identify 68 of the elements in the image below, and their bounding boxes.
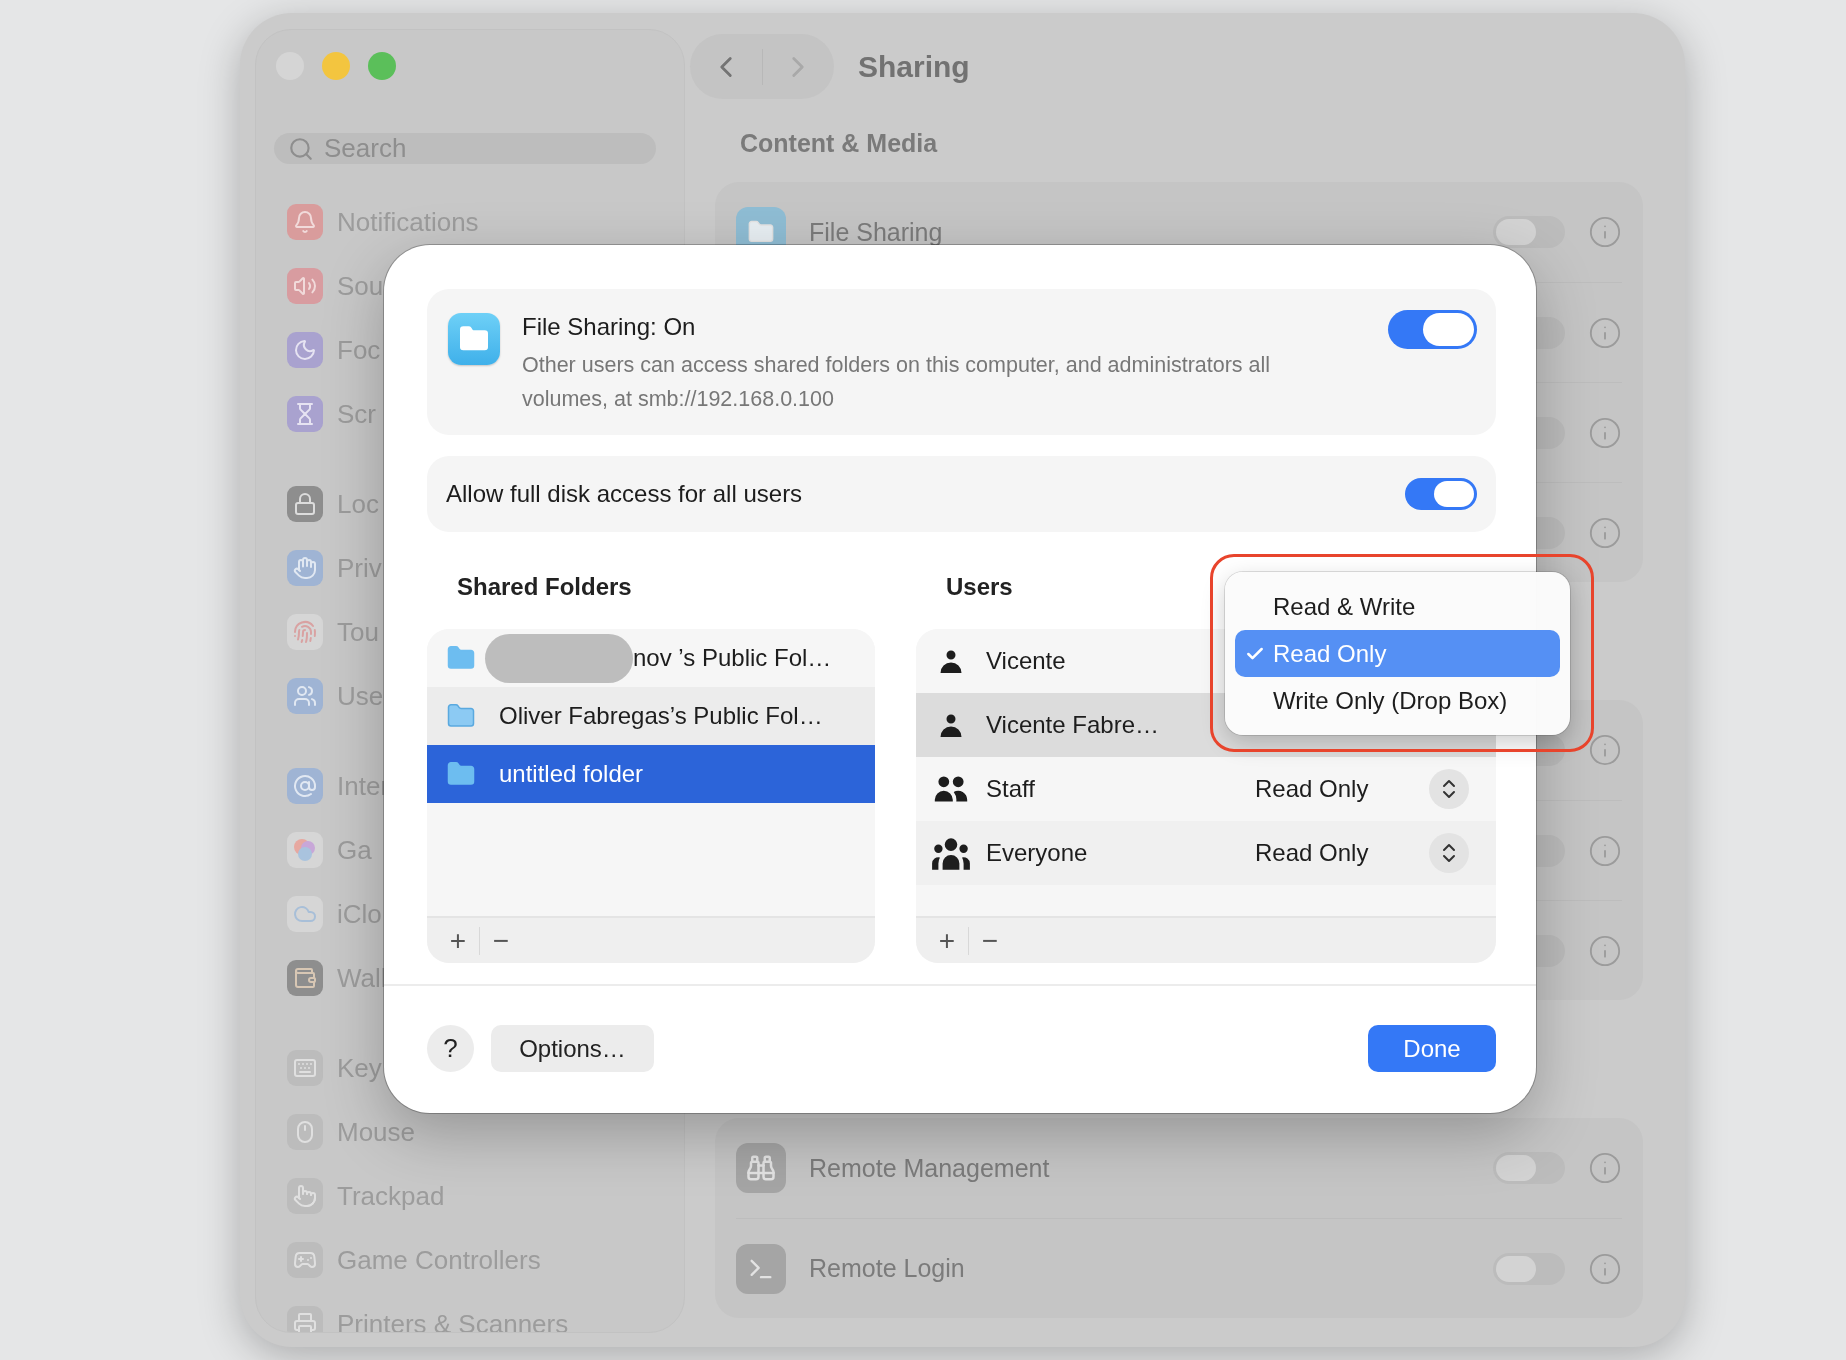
user-row[interactable]: Everyone Read Only [916, 821, 1496, 885]
info-icon[interactable] [1588, 515, 1622, 550]
people-icon [287, 678, 323, 714]
info-icon[interactable] [1588, 933, 1622, 968]
folder-name: untitled folder [499, 760, 644, 788]
bubbles-icon [287, 832, 323, 868]
folder-name: nov ’s Public Fol… [633, 644, 832, 672]
status-description: Other users can access shared folders on this computer, and administrators all volumes, at smb://192.168.0.100 [522, 352, 1272, 413]
info-icon[interactable] [1588, 733, 1622, 767]
info-icon[interactable] [1588, 1151, 1622, 1185]
remove-button[interactable]: − [969, 924, 1011, 957]
add-button[interactable]: + [926, 924, 968, 957]
section-heading: Content & Media [740, 129, 939, 158]
moon-icon [287, 332, 323, 368]
mouse-icon [287, 1114, 323, 1150]
setting-label: Remote Management [809, 1153, 1050, 1183]
toggle-switch[interactable] [1405, 478, 1477, 510]
setting-label: Remote Login [809, 1254, 965, 1283]
user-name: Everyone [986, 839, 1089, 867]
options-button[interactable]: Options… [491, 1025, 654, 1072]
bell-icon [287, 204, 323, 240]
folder-row[interactable]: Oliver Fabregas’s Public Fol… [427, 687, 875, 745]
keyboard-icon [287, 1050, 323, 1086]
setting-label: File Sharing [809, 217, 943, 247]
speaker-icon [287, 268, 323, 304]
info-icon[interactable] [1588, 833, 1622, 868]
info-icon[interactable] [1588, 215, 1622, 249]
list-heading: Shared Folders [456, 572, 633, 602]
toggle-switch[interactable] [1493, 1152, 1565, 1184]
status-title: File Sharing: On [522, 312, 697, 342]
info-icon[interactable] [1588, 1251, 1622, 1286]
info-icon[interactable] [1588, 315, 1622, 350]
folder-icon [448, 313, 500, 365]
user-name: Vicente Fabre… [986, 711, 1160, 739]
folder-row[interactable]: untitled folder [427, 745, 875, 803]
binoculars-icon [736, 1143, 786, 1193]
gamepad-icon [287, 1242, 323, 1278]
done-button[interactable]: Done [1368, 1025, 1496, 1072]
hourglass-icon [287, 396, 323, 432]
wallet-icon [287, 960, 323, 996]
pointer-icon [287, 1178, 323, 1214]
help-button[interactable]: ? [427, 1025, 474, 1072]
setting-label: Allow full disk access for all users [446, 480, 803, 508]
stepper-button[interactable] [1429, 769, 1469, 809]
list-heading: Users [945, 572, 1014, 602]
toggle-switch[interactable] [1493, 216, 1565, 248]
permission-value: Read Only [1255, 839, 1370, 867]
minimize-button[interactable] [322, 52, 350, 80]
user-name: Staff [986, 775, 1036, 803]
fingerprint-icon [287, 614, 323, 650]
zoom-button[interactable] [368, 52, 396, 80]
window-title: Sharing [858, 49, 970, 84]
menu-item[interactable]: Read & Write [1235, 583, 1560, 630]
menu-item[interactable]: Read Only [1235, 630, 1560, 677]
stepper-button[interactable] [1429, 833, 1469, 873]
user-name: Vicente [986, 647, 1067, 675]
toggle-switch[interactable] [1388, 310, 1477, 349]
search-icon [288, 135, 314, 162]
terminal-icon [736, 1243, 786, 1294]
lock-icon [287, 486, 323, 522]
info-icon[interactable] [1588, 415, 1622, 450]
cloud-icon [287, 896, 323, 932]
permission-value: Read Only [1255, 775, 1370, 803]
hand-icon [287, 550, 323, 586]
at-sign-icon [287, 768, 323, 804]
add-button[interactable]: + [437, 924, 479, 957]
remove-button[interactable]: − [480, 924, 522, 957]
folder-name: Oliver Fabregas’s Public Fol… [499, 702, 823, 730]
